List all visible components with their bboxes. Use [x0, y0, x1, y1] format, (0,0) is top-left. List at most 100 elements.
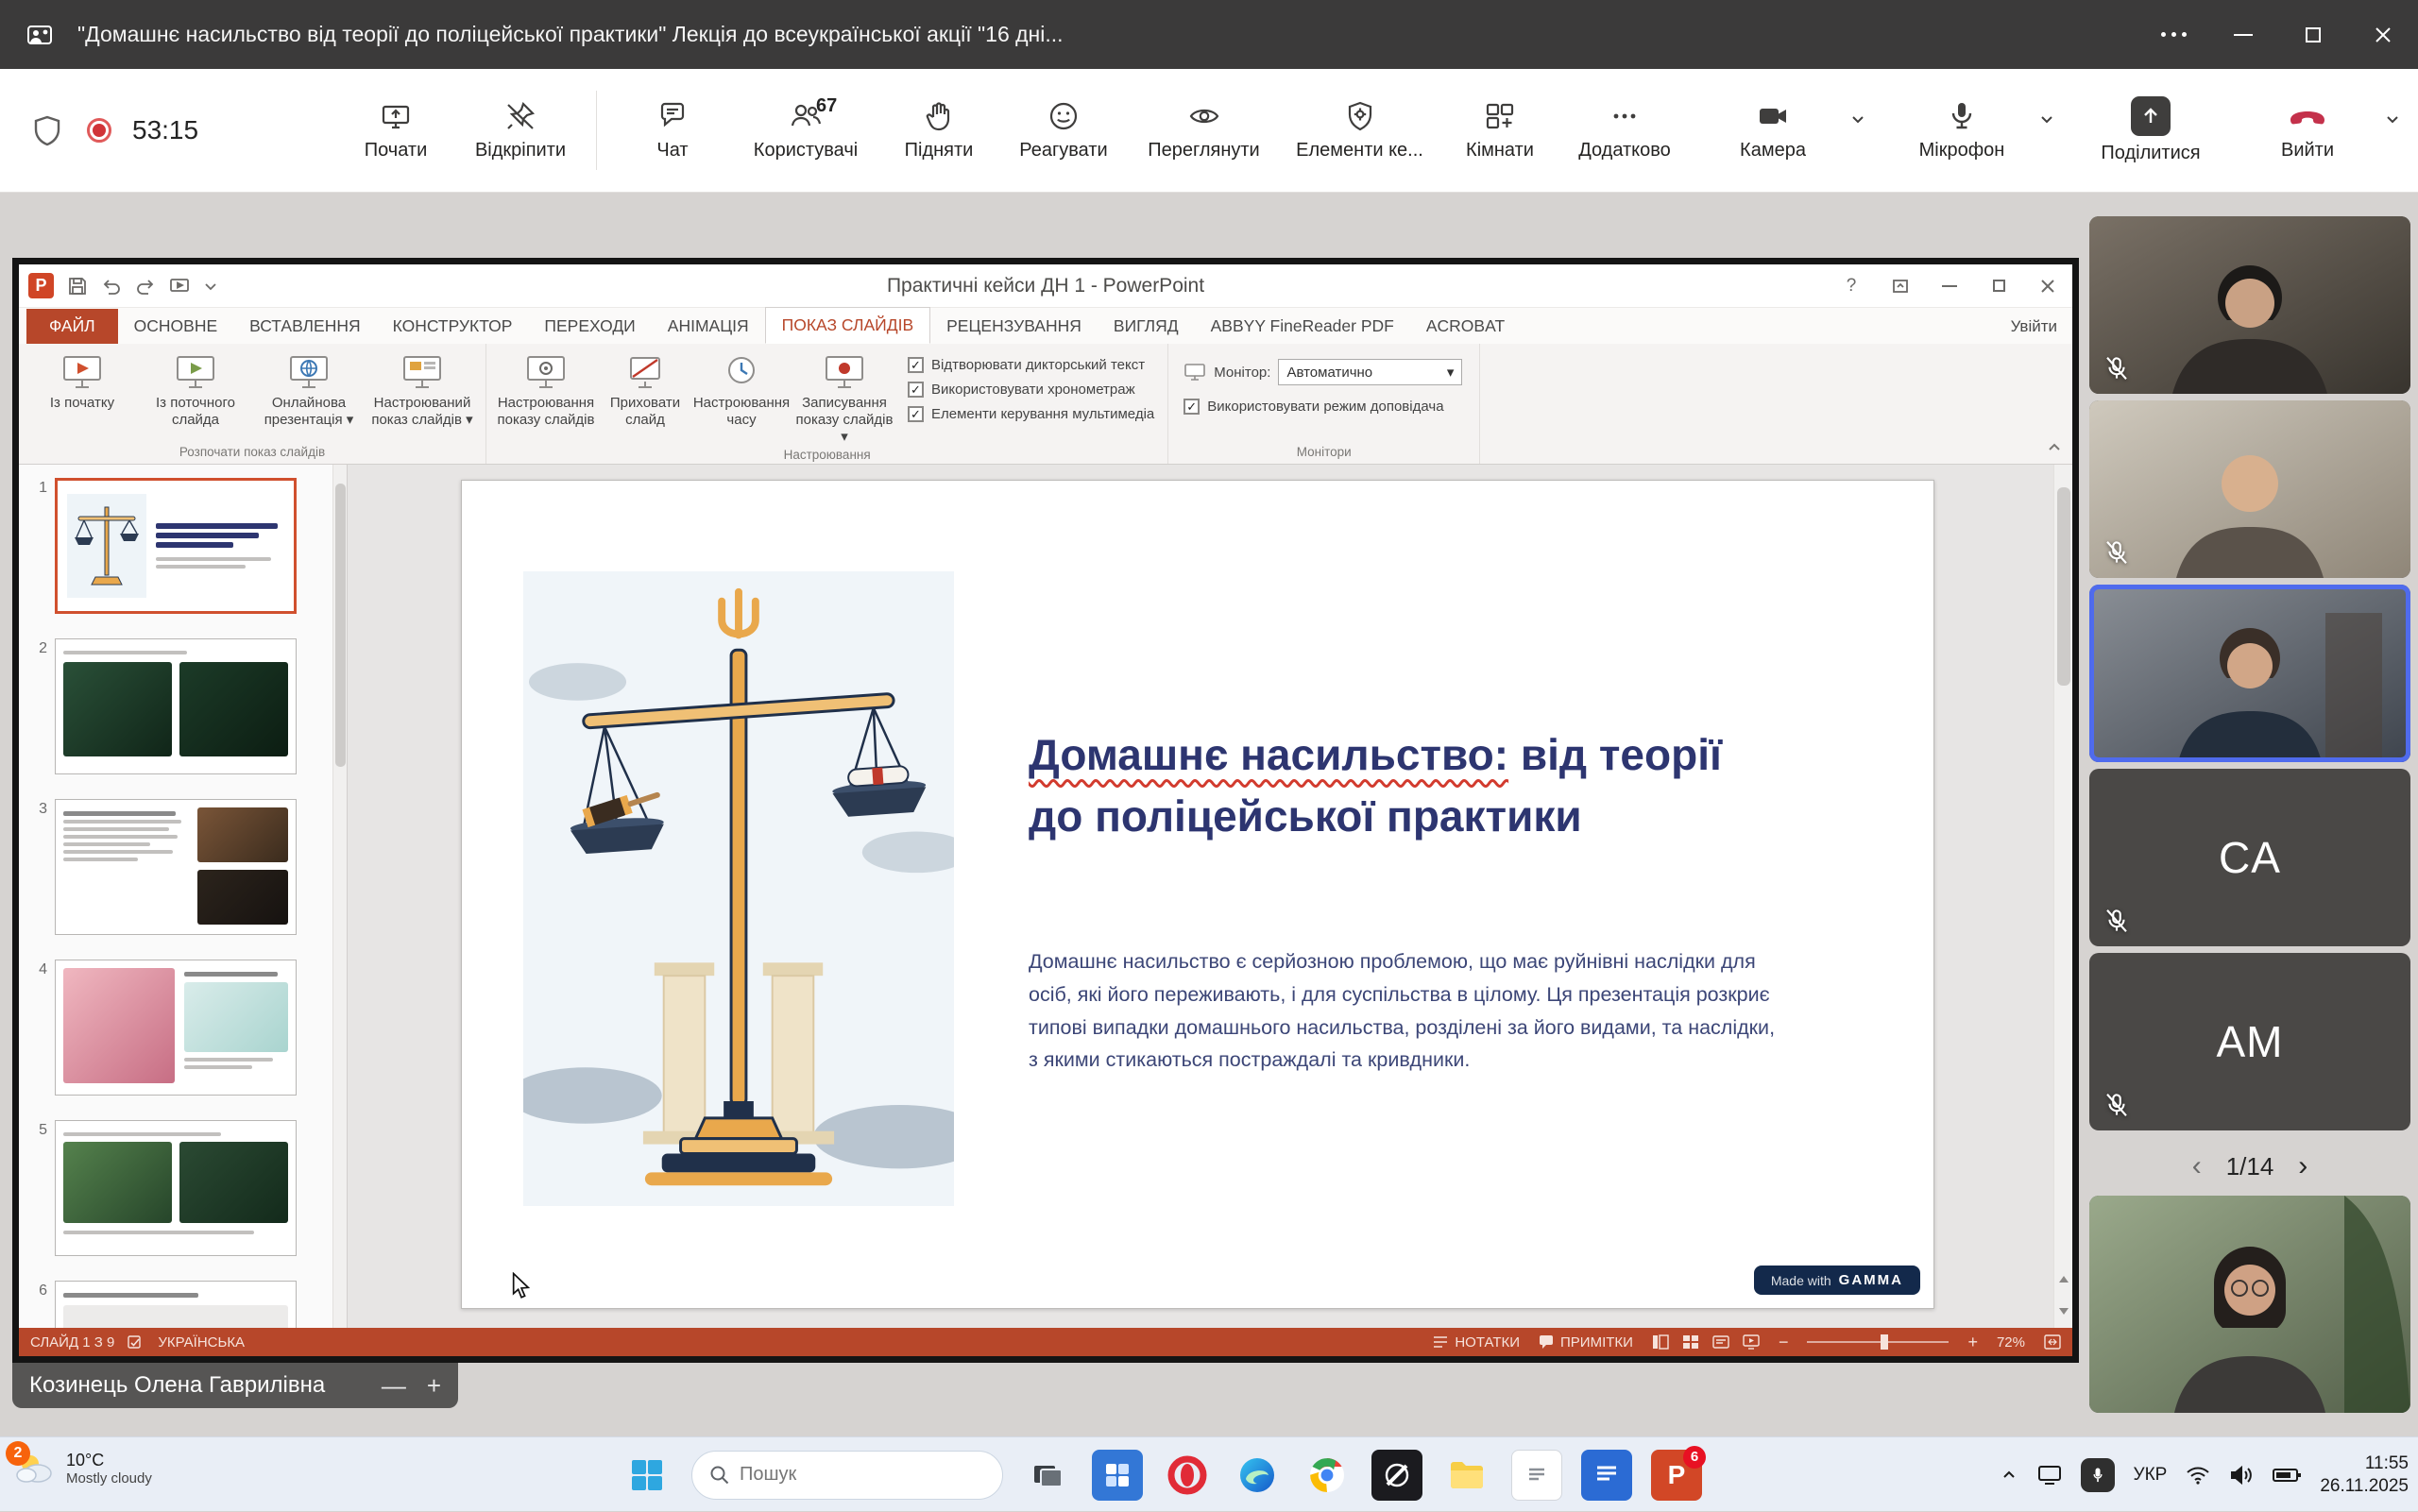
tab-design[interactable]: КОНСТРУКТОР [377, 309, 529, 344]
mic-in-use-indicator-icon[interactable] [2081, 1458, 2115, 1492]
language-indicator[interactable]: УКРАЇНСЬКА [158, 1334, 245, 1351]
edge-icon[interactable] [1232, 1450, 1283, 1501]
start-button[interactable]: Почати [333, 99, 458, 161]
zoom-out-share-icon[interactable]: — [382, 1371, 406, 1401]
ppt-close-button[interactable] [2023, 264, 2072, 308]
tab-file[interactable]: ФАЙЛ [26, 309, 118, 344]
slide-thumbnail-4[interactable] [55, 960, 297, 1096]
undo-icon[interactable] [101, 276, 122, 297]
thumbnail-scrollbar[interactable] [332, 465, 347, 1328]
save-icon[interactable] [67, 276, 88, 297]
notes-toggle[interactable]: НОТАТКИ [1433, 1334, 1520, 1351]
zoom-level[interactable]: 72% [1997, 1334, 2025, 1351]
slide-canvas[interactable]: Домашнє насильство: від теорії до поліце… [461, 480, 1934, 1309]
ppt-minimize-button[interactable] [1925, 264, 1974, 308]
volume-icon[interactable] [2229, 1465, 2254, 1486]
participant-initials-tile[interactable]: AM [2089, 953, 2410, 1130]
dark-app-icon[interactable] [1371, 1450, 1422, 1501]
notes-app-icon[interactable] [1511, 1450, 1562, 1501]
weather-widget[interactable]: 2 10°C Mostly cloudy [13, 1447, 152, 1490]
chat-button[interactable]: Чат [610, 99, 735, 161]
fit-to-window-icon[interactable] [2044, 1334, 2061, 1350]
wifi-icon[interactable] [2186, 1465, 2210, 1486]
slide-thumbnail-2[interactable] [55, 638, 297, 774]
chrome-icon[interactable] [1302, 1450, 1353, 1501]
tab-animations[interactable]: АНІМАЦІЯ [652, 309, 765, 344]
more-button[interactable]: Додатково [1562, 99, 1687, 161]
file-explorer-icon[interactable] [1441, 1450, 1492, 1501]
tray-chevron-up-icon[interactable] [2000, 1466, 2018, 1485]
view-button[interactable]: Переглянути [1126, 99, 1282, 161]
slide-title[interactable]: Домашнє насильство: від теорії до поліце… [1029, 724, 1728, 848]
mic-options-chevron-icon[interactable] [2038, 110, 2055, 127]
slide-thumbnail-1[interactable] [55, 478, 297, 614]
slide-body-text[interactable]: Домашнє насильство є серйозною проблемою… [1029, 945, 1784, 1077]
slide-nav-buttons[interactable] [2053, 1262, 2072, 1328]
mic-button[interactable]: Мікрофон [1891, 99, 2033, 161]
leave-button[interactable]: Вийти [2237, 99, 2378, 161]
search-input[interactable] [740, 1464, 957, 1486]
task-view-icon[interactable] [1022, 1450, 1073, 1501]
react-button[interactable]: Реагувати [1001, 99, 1126, 161]
rehearse-timings-button[interactable]: Настроювання часу [692, 349, 791, 429]
battery-icon[interactable] [2273, 1467, 2301, 1484]
slideshow-view-icon[interactable] [1743, 1334, 1760, 1350]
previous-page-icon[interactable]: ‹ [2192, 1150, 2202, 1182]
tab-slideshow[interactable]: ПОКАЗ СЛАЙДІВ [765, 307, 930, 344]
taskbar-search[interactable] [691, 1451, 1003, 1500]
tab-view[interactable]: ВИГЛЯД [1098, 309, 1195, 344]
start-slideshow-icon[interactable] [169, 276, 190, 297]
collapse-ribbon-icon[interactable] [2046, 439, 2063, 456]
share-button[interactable]: Поділитися [2080, 96, 2222, 164]
setup-slideshow-button[interactable]: Настроювання показу слайдів [494, 349, 598, 429]
tab-abbyy[interactable]: ABBYY FineReader PDF [1195, 309, 1410, 344]
slide-sorter-view-icon[interactable] [1682, 1334, 1699, 1350]
slide-thumbnail-6[interactable] [55, 1281, 297, 1328]
participant-video-tile[interactable] [2089, 400, 2410, 578]
presenter-view-checkbox[interactable]: ✓ Використовувати режим доповідача [1183, 399, 1443, 415]
spellcheck-icon[interactable] [128, 1334, 145, 1350]
start-button[interactable] [622, 1450, 673, 1501]
camera-button[interactable]: Камера [1702, 99, 1844, 161]
redo-icon[interactable] [135, 276, 156, 297]
widgets-icon[interactable] [1092, 1450, 1143, 1501]
cast-screen-icon[interactable] [2037, 1465, 2062, 1486]
play-narrations-checkbox[interactable]: ✓ Відтворювати дикторський текст [908, 357, 1154, 373]
ribbon-display-icon[interactable] [1876, 264, 1925, 308]
window-minimize-button[interactable] [2208, 0, 2278, 69]
monitor-select[interactable]: Автоматично ▾ [1278, 359, 1462, 385]
participant-video-tile[interactable] [2089, 1196, 2410, 1413]
slide-thumbnail-3[interactable] [55, 799, 297, 935]
custom-slideshow-button[interactable]: Настроюваний показ слайдів ▾ [366, 349, 478, 429]
zoom-slider[interactable] [1807, 1341, 1949, 1343]
participant-initials-tile[interactable]: CA [2089, 769, 2410, 946]
window-restore-button[interactable] [2278, 0, 2348, 69]
rooms-button[interactable]: Кімнати [1438, 99, 1562, 161]
window-close-button[interactable] [2348, 0, 2418, 69]
slide-thumbnail-5[interactable] [55, 1120, 297, 1256]
raise-hand-button[interactable]: Підняти [877, 99, 1001, 161]
powerpoint-taskbar-icon[interactable]: P 6 [1651, 1450, 1702, 1501]
blue-app-icon[interactable] [1581, 1450, 1632, 1501]
comments-toggle[interactable]: ПРИМІТКИ [1539, 1334, 1633, 1351]
from-current-slide-button[interactable]: Із поточного слайда [140, 349, 251, 429]
taskbar-clock[interactable]: 11:55 26.11.2025 [2320, 1453, 2409, 1498]
reading-view-icon[interactable] [1712, 1334, 1729, 1350]
active-speaker-video-tile[interactable] [2089, 585, 2410, 762]
meeting-security-shield-icon[interactable] [28, 113, 66, 147]
slide-vertical-scrollbar[interactable] [2053, 465, 2072, 1262]
tab-insert[interactable]: ВСТАВЛЕННЯ [233, 309, 376, 344]
tab-acrobat[interactable]: ACROBAT [1410, 309, 1521, 344]
unpin-button[interactable]: Відкріпити [458, 99, 583, 161]
people-button[interactable]: 67 Користувачі [735, 99, 877, 161]
tab-home[interactable]: ОСНОВНЕ [118, 309, 233, 344]
next-page-icon[interactable]: › [2298, 1150, 2307, 1182]
from-beginning-button[interactable]: Із початку [26, 349, 138, 412]
record-slideshow-button[interactable]: Записування показу слайдів ▾ [792, 349, 896, 446]
hide-slide-button[interactable]: Приховати слайд [600, 349, 690, 429]
leave-options-chevron-icon[interactable] [2384, 110, 2401, 127]
ppt-restore-button[interactable] [1974, 264, 2023, 308]
zoom-in-icon[interactable]: + [1967, 1333, 1978, 1352]
camera-options-chevron-icon[interactable] [1849, 110, 1866, 127]
qat-customize-chevron-icon[interactable] [203, 279, 218, 294]
